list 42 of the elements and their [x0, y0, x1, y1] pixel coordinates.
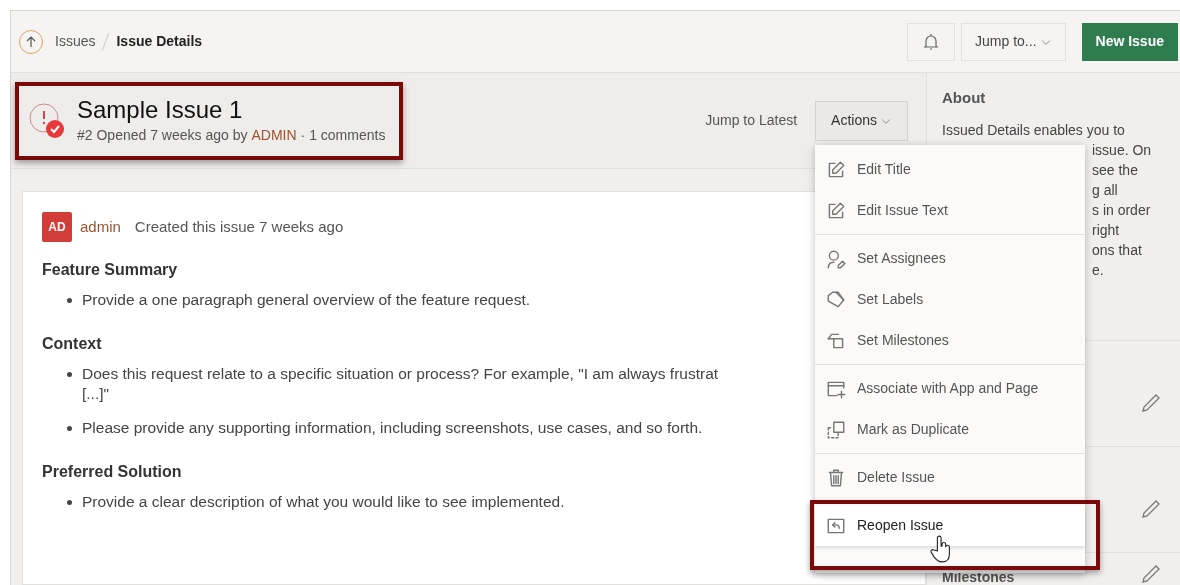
about-text: issue. On	[1091, 140, 1152, 160]
about-heading: About	[942, 88, 987, 108]
about-text: ons that	[1091, 240, 1142, 260]
edit-button[interactable]	[1140, 563, 1162, 585]
menu-item[interactable]: Edit Issue Text	[815, 190, 1085, 231]
jump-to-button[interactable]: Jump to...	[961, 22, 1066, 61]
user-avatar: AD	[42, 212, 72, 242]
about-text: e.	[1091, 260, 1104, 280]
about-text: Issued Details enables you to	[942, 120, 1125, 140]
bullet-text: Provide a one paragraph general overview of the feature request.	[82, 290, 531, 310]
menu-item[interactable]: Set Labels	[815, 279, 1085, 320]
issue-meta-text: #2 Opened 7 weeks ago by	[77, 126, 248, 145]
notifications-button[interactable]	[907, 22, 956, 61]
about-text: right	[1091, 220, 1120, 240]
comment-count: · 1 comments	[300, 126, 386, 145]
section-label: Milestones	[942, 570, 1015, 585]
section-heading: Context	[42, 334, 102, 354]
new-issue-button[interactable]: New Issue	[1081, 22, 1178, 61]
menu-item[interactable]: Reopen Issue	[815, 505, 1085, 546]
breadcrumb-link[interactable]: Issues	[55, 31, 96, 52]
author-link[interactable]: admin	[80, 215, 121, 239]
comment-action-text: Created this issue 7 weeks ago	[134, 216, 344, 237]
bullet-text: Does this request relate to a specific situation or process? For example, "I am always frustrat [...]"	[82, 364, 719, 404]
menu-item[interactable]: Mark as Duplicate	[815, 409, 1085, 450]
author-link[interactable]: ADMIN	[251, 125, 297, 146]
bullet-text: Please provide any supporting information, including screenshots, use cases, and so forth.	[82, 418, 703, 438]
actions-button[interactable]: Actions	[815, 100, 908, 141]
section-heading: Preferred Solution	[42, 462, 182, 482]
about-text: see the	[1091, 160, 1138, 180]
jump-to-latest-link[interactable]: Jump to Latest	[705, 110, 798, 131]
issue-title: Sample Issue 1	[77, 95, 244, 125]
pencil-icon	[1140, 563, 1162, 585]
menu-item[interactable]: Associate with App and Page	[815, 368, 1085, 409]
menu-item[interactable]: Set Assignees	[815, 238, 1085, 279]
issue-closed-icon	[27, 101, 65, 140]
section-heading: Feature Summary	[42, 260, 178, 280]
bullet-text: Provide a clear description of what you would like to see implemented.	[82, 492, 565, 512]
menu-item[interactable]: Delete Issue	[815, 457, 1085, 498]
about-text: g all	[1091, 180, 1118, 200]
breadcrumb-current: Issue Details	[116, 32, 203, 51]
menu-item[interactable]: Edit Title	[815, 149, 1085, 190]
menu-item[interactable]: Set Milestones	[815, 320, 1085, 361]
